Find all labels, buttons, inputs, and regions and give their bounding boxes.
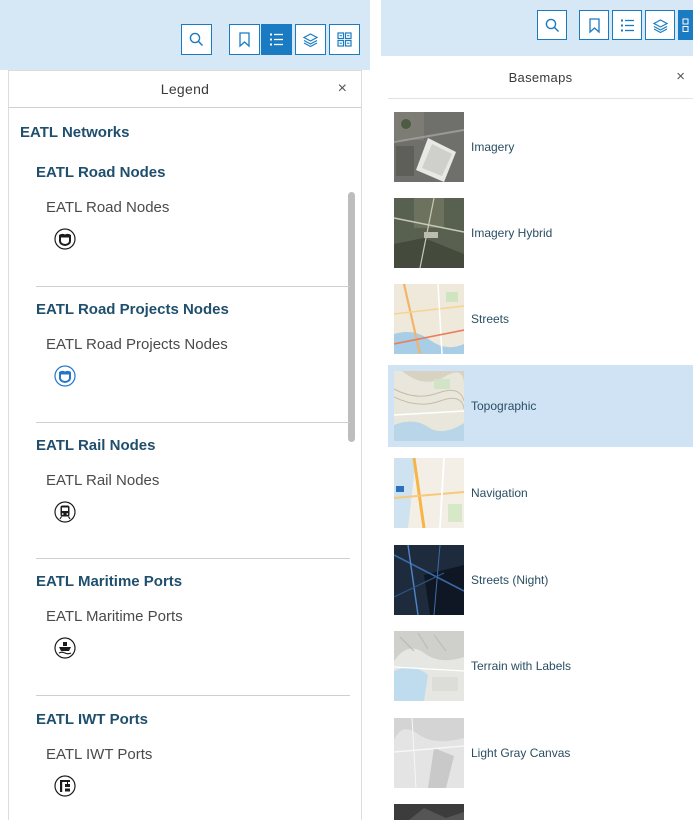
basemap-gallery-icon — [337, 32, 352, 47]
layer-title: EATL IWT Ports — [46, 746, 153, 763]
layer-list-button[interactable] — [295, 24, 326, 55]
basemap-item-light-gray-canvas[interactable]: Light Gray Canvas — [388, 712, 693, 794]
train-icon — [54, 501, 76, 523]
bookmark-icon — [239, 32, 250, 48]
layer-title: EATL Rail Nodes — [46, 472, 160, 489]
legend-section-road-nodes: EATL Road Nodes EATL Road Nodes — [36, 164, 350, 255]
highway-shield-icon — [54, 228, 76, 250]
layer-title: EATL Maritime Ports — [46, 608, 183, 625]
layer-title: EATL Road Projects Nodes — [46, 336, 228, 353]
basemap-label: Topographic — [471, 399, 537, 413]
legend-header: Legend × — [8, 70, 362, 108]
basemaps-header: Basemaps × — [388, 57, 693, 99]
basemaps-panel: Basemaps × Imagery Imagery Hybrid Street… — [381, 0, 693, 820]
basemap-item-navigation[interactable]: Navigation — [388, 452, 693, 534]
basemap-item-partial[interactable] — [388, 800, 693, 820]
basemap-item-terrain-with-labels[interactable]: Terrain with Labels — [388, 625, 693, 707]
layer-list-button[interactable] — [645, 10, 675, 40]
layers-icon — [302, 33, 319, 48]
basemap-thumbnail — [394, 284, 464, 354]
basemap-gallery-button[interactable] — [678, 10, 693, 40]
legend-section-road-projects-nodes: EATL Road Projects Nodes EATL Road Proje… — [36, 301, 350, 392]
search-button[interactable] — [181, 24, 212, 55]
basemap-item-streets-night[interactable]: Streets (Night) — [388, 539, 693, 621]
bookmarks-button[interactable] — [579, 10, 609, 40]
layer-title: EATL Road Nodes — [46, 199, 170, 216]
highway-shield-icon — [54, 365, 76, 387]
section-divider — [36, 695, 350, 696]
legend-icon — [620, 19, 634, 31]
basemap-label: Imagery — [471, 140, 515, 154]
basemap-gallery-icon — [682, 18, 689, 32]
basemap-label: Navigation — [471, 486, 528, 500]
section-divider — [36, 422, 350, 423]
basemap-label: Terrain with Labels — [471, 659, 572, 673]
section-title: EATL IWT Ports — [36, 711, 148, 728]
layers-icon — [652, 18, 668, 33]
basemap-thumbnail — [394, 458, 464, 528]
basemap-item-topographic[interactable]: Topographic — [388, 365, 693, 447]
basemap-gallery-button[interactable] — [329, 24, 360, 55]
basemap-label: Streets (Night) — [471, 573, 549, 587]
search-button[interactable] — [537, 10, 567, 40]
close-icon[interactable]: × — [338, 80, 347, 98]
legend-button[interactable] — [612, 10, 642, 40]
basemaps-title: Basemaps — [508, 70, 573, 85]
basemap-label: Streets — [471, 312, 510, 326]
bookmarks-button[interactable] — [229, 24, 260, 55]
close-icon[interactable]: × — [676, 68, 685, 85]
legend-icon — [270, 33, 283, 46]
legend-section-rail-nodes: EATL Rail Nodes EATL Rail Nodes — [36, 437, 350, 528]
legend-button[interactable] — [261, 24, 292, 55]
legend-section-iwt-ports: EATL IWT Ports EATL IWT Ports — [36, 711, 350, 802]
basemap-thumbnail — [394, 371, 464, 441]
search-icon — [189, 32, 204, 47]
section-divider — [36, 286, 350, 287]
legend-section-maritime-ports: EATL Maritime Ports EATL Maritime Ports — [36, 573, 350, 664]
basemap-thumbnail — [394, 545, 464, 615]
ship-icon — [54, 637, 76, 659]
legend-network-title: EATL Networks — [20, 124, 130, 141]
search-icon — [545, 18, 559, 32]
basemap-thumbnail — [394, 198, 464, 268]
section-divider — [36, 558, 350, 559]
legend-title: Legend — [160, 81, 210, 97]
basemap-item-imagery-hybrid[interactable]: Imagery Hybrid — [388, 192, 693, 274]
basemap-thumbnail — [394, 718, 464, 788]
basemap-thumbnail — [394, 631, 464, 701]
legend-panel: Legend × EATL Networks EATL Road Nodes E… — [0, 0, 370, 820]
bookmark-icon — [588, 17, 600, 33]
section-title: EATL Road Projects Nodes — [36, 301, 229, 318]
section-title: EATL Road Nodes — [36, 164, 166, 181]
basemap-item-streets[interactable]: Streets — [388, 278, 693, 360]
basemap-thumbnail — [394, 112, 464, 182]
basemap-label: Imagery Hybrid — [471, 226, 553, 240]
basemap-label: Light Gray Canvas — [471, 746, 571, 760]
basemap-item-imagery[interactable]: Imagery — [388, 106, 693, 188]
port-crane-icon — [54, 775, 76, 797]
section-title: EATL Maritime Ports — [36, 573, 183, 590]
basemap-thumbnail — [394, 804, 464, 820]
section-title: EATL Rail Nodes — [36, 437, 156, 454]
